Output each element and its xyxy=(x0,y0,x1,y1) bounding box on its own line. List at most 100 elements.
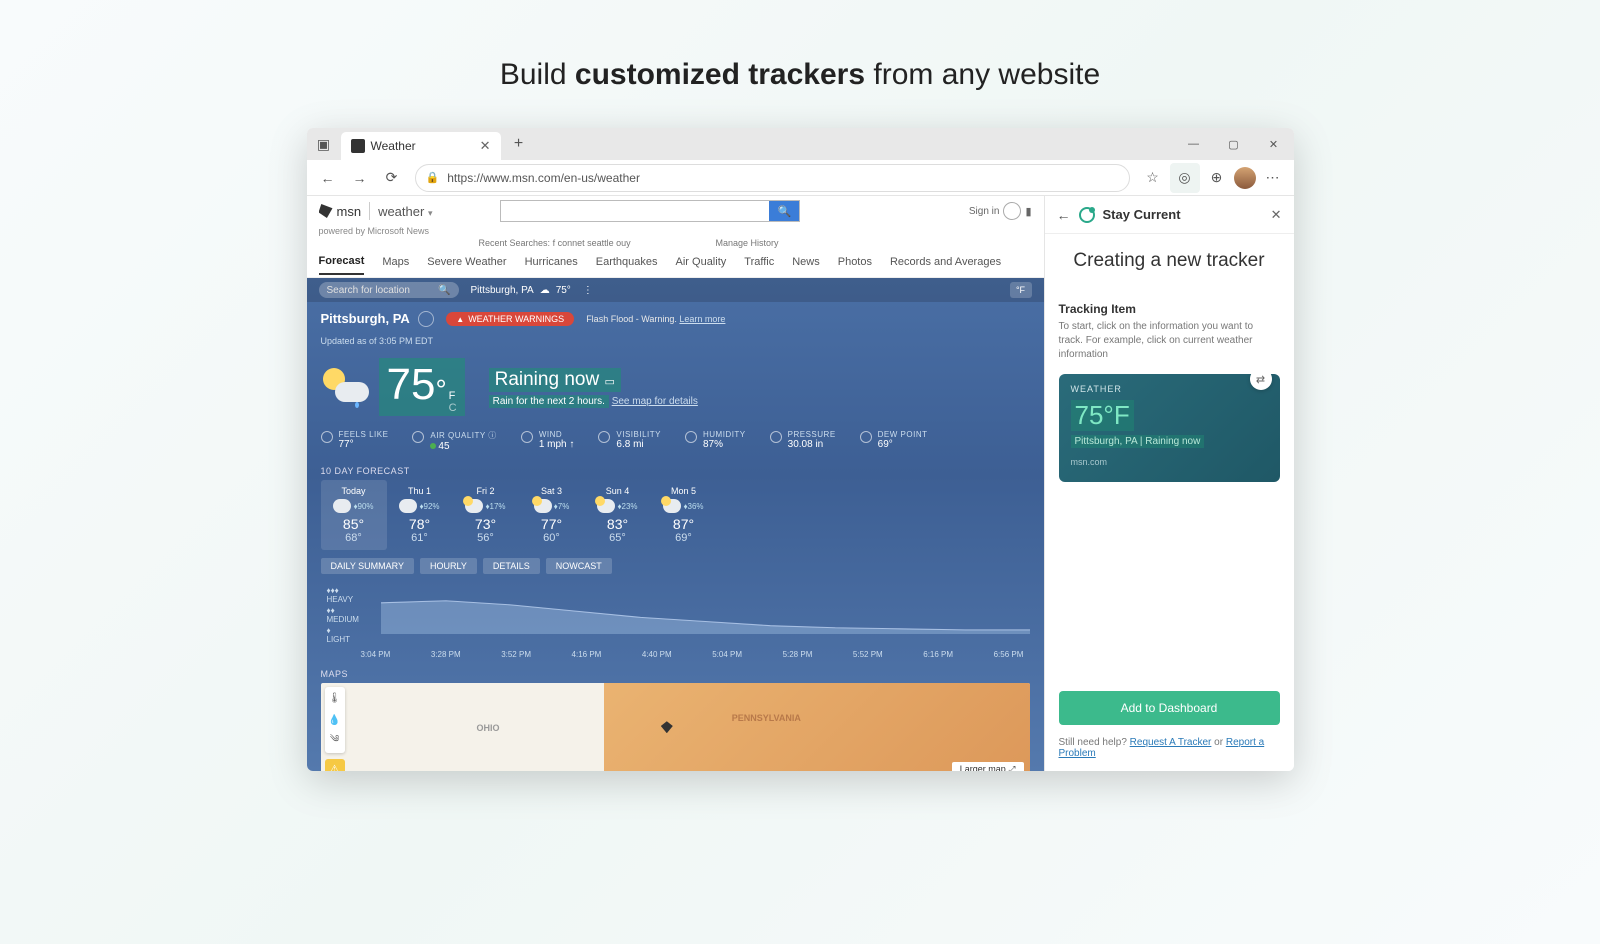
sidebar-close-button[interactable]: ✕ xyxy=(1271,207,1282,223)
gauge-icon xyxy=(770,431,782,443)
forecast-title: 10 DAY FORECAST xyxy=(307,462,1044,480)
profile-avatar[interactable] xyxy=(1234,167,1256,189)
sidebar-title: Stay Current xyxy=(1103,207,1263,222)
location-pin-icon[interactable] xyxy=(418,311,434,327)
window-icon: ▭ xyxy=(604,376,614,388)
browser-toolbar: ← → ⟳ 🔒 https://www.msn.com/en-us/weathe… xyxy=(307,160,1294,196)
nav-photos[interactable]: Photos xyxy=(838,256,872,274)
tab-close-icon[interactable]: ✕ xyxy=(480,138,491,154)
user-icon xyxy=(1003,202,1021,220)
maps-title: MAPS xyxy=(307,665,1044,683)
add-to-dashboard-button[interactable]: Add to Dashboard xyxy=(1059,691,1280,725)
nav-earthquakes[interactable]: Earthquakes xyxy=(596,256,658,274)
msn-bird-icon xyxy=(319,204,333,218)
nav-forecast[interactable]: Forecast xyxy=(319,255,365,275)
map-tools: 🌡 💧 ༄ xyxy=(325,687,345,753)
sidebar-back-button[interactable]: ← xyxy=(1057,207,1071,223)
manage-history-link[interactable]: Manage History xyxy=(715,238,778,248)
lock-icon: 🔒 xyxy=(426,171,440,184)
weather-warning-badge[interactable]: WEATHER WARNINGS xyxy=(446,312,574,326)
browser-tab[interactable]: Weather ✕ xyxy=(341,132,501,160)
nav-maps[interactable]: Maps xyxy=(382,256,409,274)
card-temp: 75°F xyxy=(1071,400,1134,431)
new-tab-button[interactable]: + xyxy=(505,135,533,153)
card-location: Pittsburgh, PA | Raining now xyxy=(1071,435,1205,448)
leaf-icon xyxy=(412,431,424,443)
search-icon: 🔍 xyxy=(778,205,792,218)
address-bar[interactable]: 🔒 https://www.msn.com/en-us/weather xyxy=(415,164,1130,192)
larger-map-button[interactable]: Larger map ⤢ xyxy=(952,762,1024,771)
browser-window: ▣ Weather ✕ + — ▢ ✕ ← → ⟳ 🔒 https://www.… xyxy=(307,128,1294,771)
weather-map[interactable]: OHIO PENNSYLVANIA 🌡 💧 ༄ ⚠ Larger map ⤢ xyxy=(321,683,1030,771)
close-window-button[interactable]: ✕ xyxy=(1254,128,1294,160)
tracker-preview-card[interactable]: ⇄ WEATHER 75°F Pittsburgh, PA | Raining … xyxy=(1059,374,1280,482)
expand-icon: ⤢ xyxy=(1008,764,1015,771)
forecast-day[interactable]: Thu 1 ♦92% 78°61° xyxy=(387,480,453,550)
titlebar: ▣ Weather ✕ + — ▢ ✕ xyxy=(307,128,1294,160)
unit-toggle[interactable]: °F xyxy=(1010,282,1032,298)
nav-hurricanes[interactable]: Hurricanes xyxy=(525,256,578,274)
collections-icon[interactable]: ⊕ xyxy=(1202,163,1232,193)
search-button[interactable]: 🔍 xyxy=(769,201,799,221)
msn-section[interactable]: weather ▾ xyxy=(378,204,432,219)
tab-nowcast[interactable]: NOWCAST xyxy=(546,558,612,574)
menu-icon[interactable]: ⋯ xyxy=(1258,163,1288,193)
location-search[interactable]: Search for location 🔍 xyxy=(319,282,459,298)
recent-searches: Recent Searches: f connet seattle ouy Ma… xyxy=(307,238,779,252)
weather-status[interactable]: Raining now ▭ xyxy=(489,368,621,392)
map-wind-icon[interactable]: ༄ xyxy=(325,731,345,753)
nav-records[interactable]: Records and Averages xyxy=(890,256,1001,274)
thermometer-icon xyxy=(321,431,333,443)
nav-airquality[interactable]: Air Quality xyxy=(676,256,727,274)
tab-hourly[interactable]: HOURLY xyxy=(420,558,477,574)
chevron-down-icon: ▾ xyxy=(428,208,433,218)
card-source: msn.com xyxy=(1071,457,1268,467)
favorites-icon[interactable]: ☆ xyxy=(1138,163,1168,193)
minimize-button[interactable]: — xyxy=(1174,128,1214,160)
see-map-link[interactable]: See map for details xyxy=(612,396,698,407)
forecast-day[interactable]: Today ♦90% 85°68° xyxy=(321,480,387,550)
refresh-button[interactable]: ⟳ xyxy=(377,163,407,193)
msn-nav: Forecast Maps Severe Weather Hurricanes … xyxy=(307,252,1044,278)
city-name: Pittsburgh, PA xyxy=(321,311,410,326)
map-alert-icon[interactable]: ⚠ xyxy=(325,759,345,771)
forecast-day[interactable]: Sat 3 ♦7% 77°60° xyxy=(519,480,585,550)
card-category: WEATHER xyxy=(1071,384,1268,394)
sidebar-help: Still need help? Request A Tracker or Re… xyxy=(1045,737,1294,771)
maximize-button[interactable]: ▢ xyxy=(1214,128,1254,160)
map-thermometer-icon[interactable]: 🌡 xyxy=(325,687,345,709)
msn-search-input[interactable] xyxy=(501,201,769,221)
dewpoint-icon xyxy=(860,431,872,443)
forecast-day[interactable]: Mon 5 ♦36% 87°69° xyxy=(651,480,717,550)
droplet-icon xyxy=(685,431,697,443)
back-button[interactable]: ← xyxy=(313,163,343,193)
tab-actions-icon[interactable]: ▣ xyxy=(307,128,341,160)
nav-traffic[interactable]: Traffic xyxy=(744,256,774,274)
forecast-day[interactable]: Fri 2 ♦17% 73°56° xyxy=(453,480,519,550)
search-icon: 🔍 xyxy=(438,285,450,296)
nav-news[interactable]: News xyxy=(792,256,820,274)
learn-more-link[interactable]: Learn more xyxy=(679,314,725,324)
current-temp[interactable]: 75 ° FC xyxy=(379,358,465,416)
msn-logo[interactable]: msn xyxy=(319,204,362,219)
rain-forecast-text[interactable]: Rain for the next 2 hours. xyxy=(489,395,609,408)
forward-button[interactable]: → xyxy=(345,163,375,193)
chart-times: 3:04 PM3:28 PM3:52 PM4:16 PM4:40 PM5:04 … xyxy=(307,648,1044,665)
page-content: msn weather ▾ 🔍 Sign in ▮ powered by Mic… xyxy=(307,196,1044,771)
tab-details[interactable]: DETAILS xyxy=(483,558,540,574)
extension-staycurrent-icon[interactable]: ◎ xyxy=(1170,163,1200,193)
stay-current-logo-icon xyxy=(1079,207,1095,223)
tracking-item-desc: To start, click on the information you w… xyxy=(1059,320,1280,362)
signin-link[interactable]: Sign in ▮ xyxy=(969,202,1032,220)
forecast-row: Today ♦90% 85°68°Thu 1 ♦92% 78°61°Fri 2 … xyxy=(307,480,1044,558)
tab-daily[interactable]: DAILY SUMMARY xyxy=(321,558,415,574)
nav-severe[interactable]: Severe Weather xyxy=(427,256,506,274)
location-menu-icon[interactable]: ⋮ xyxy=(583,285,593,296)
forecast-tabs: DAILY SUMMARY HOURLY DETAILS NOWCAST xyxy=(307,558,1044,582)
current-location-chip[interactable]: Pittsburgh, PA ☁ 75° xyxy=(471,285,571,296)
request-tracker-link[interactable]: Request A Tracker xyxy=(1130,737,1212,748)
hero-heading: Build customized trackers from any websi… xyxy=(0,0,1600,128)
weather-topbar: Search for location 🔍 Pittsburgh, PA ☁ 7… xyxy=(307,278,1044,302)
precip-chart xyxy=(381,582,1030,634)
forecast-day[interactable]: Sun 4 ♦23% 83°65° xyxy=(585,480,651,550)
